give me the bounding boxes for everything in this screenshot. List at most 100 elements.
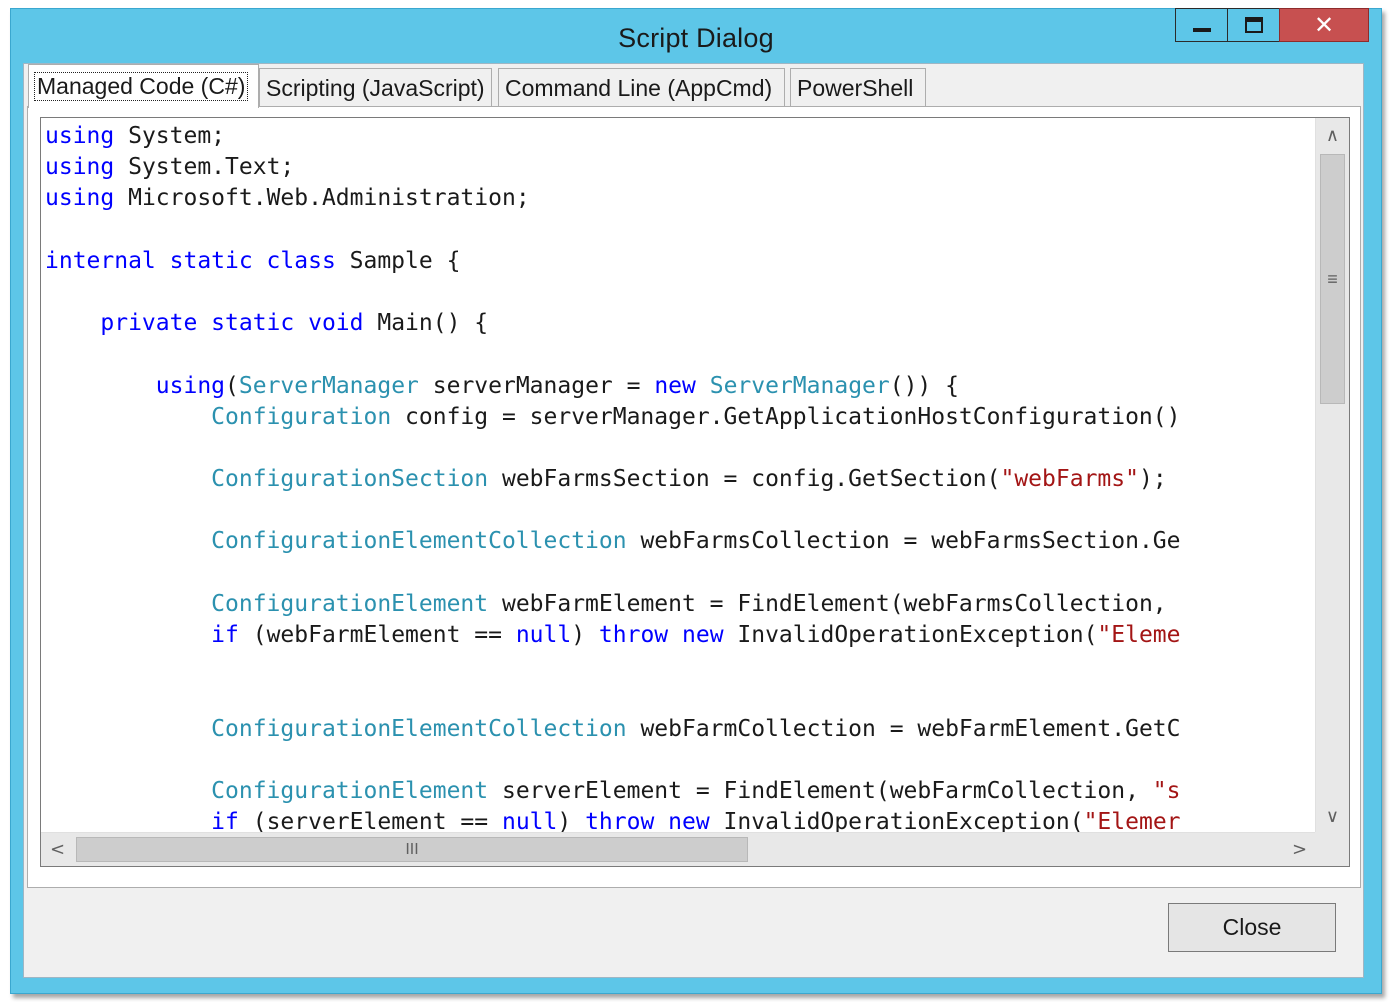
code-token: "Elemer bbox=[1083, 809, 1181, 833]
code-token: ( bbox=[225, 372, 239, 399]
grip-icon: III bbox=[405, 840, 419, 858]
horizontal-scrollbar[interactable]: < III > bbox=[41, 832, 1316, 866]
code-token: throw new bbox=[598, 622, 724, 648]
code-token: using bbox=[45, 154, 115, 181]
code-token: ConfigurationElement bbox=[211, 590, 489, 617]
code-token: InvalidOperationException( bbox=[709, 809, 1084, 833]
code-line: using System; bbox=[45, 121, 1313, 152]
code-token: ); bbox=[1138, 466, 1167, 493]
code-line: ConfigurationElementCollection webFarmsC… bbox=[45, 526, 1313, 557]
maximize-button[interactable] bbox=[1227, 8, 1280, 42]
code-token: ()) { bbox=[889, 372, 959, 399]
code-token: "s bbox=[1152, 777, 1181, 804]
vertical-scrollbar[interactable]: ∧ ≡ ∨ bbox=[1315, 118, 1349, 833]
code-token: ServerManager bbox=[709, 372, 890, 399]
tab-powershell[interactable]: PowerShell bbox=[790, 68, 926, 108]
code-token: serverElement = FindElement(webFarmColle… bbox=[488, 777, 1153, 804]
code-token: config = serverManager.GetApplicationHos… bbox=[391, 403, 1181, 430]
dialog-client-area: Managed Code (C#) Scripting (JavaScript)… bbox=[23, 63, 1364, 978]
code-token: Microsoft.Web.Administration; bbox=[114, 185, 530, 212]
scroll-right-icon[interactable]: > bbox=[1283, 833, 1316, 866]
code-token: ConfigurationElement bbox=[211, 777, 489, 804]
vertical-scroll-thumb[interactable]: ≡ bbox=[1320, 154, 1345, 404]
script-dialog-window: Script Dialog ✕ Managed Code (C#) Script… bbox=[10, 8, 1382, 994]
tab-command-line[interactable]: Command Line (AppCmd) bbox=[498, 68, 785, 108]
code-token: using bbox=[45, 123, 115, 149]
code-token: "webFarms" bbox=[1000, 466, 1139, 493]
tab-managed-code[interactable]: Managed Code (C#) bbox=[28, 64, 259, 108]
code-token: using bbox=[45, 185, 115, 212]
tab-label: Scripting (JavaScript) bbox=[266, 75, 485, 101]
code-token: "Eleme bbox=[1097, 622, 1181, 648]
code-token: (webFarmElement == bbox=[238, 622, 516, 648]
code-token: ConfigurationSection bbox=[211, 466, 489, 493]
maximize-icon bbox=[1244, 17, 1263, 33]
tab-label: PowerShell bbox=[797, 75, 914, 101]
code-text-area[interactable]: using System; using System.Text; using Mic… bbox=[45, 121, 1313, 833]
scroll-down-icon[interactable]: ∨ bbox=[1316, 799, 1349, 833]
code-line: if (serverElement == null) throw new Inv… bbox=[45, 807, 1313, 833]
code-token: using bbox=[155, 372, 226, 399]
code-token: new bbox=[654, 372, 696, 399]
code-token: if bbox=[211, 809, 239, 833]
code-token: webFarmElement = FindElement(webFarmsCol… bbox=[488, 590, 1167, 617]
scroll-up-icon[interactable]: ∧ bbox=[1316, 118, 1349, 152]
tab-scripting[interactable]: Scripting (JavaScript) bbox=[259, 68, 492, 108]
tab-panel: using System; using System.Text; using Mic… bbox=[27, 106, 1361, 888]
code-token: private static void bbox=[100, 310, 364, 337]
minimize-button[interactable] bbox=[1175, 8, 1228, 42]
code-token: webFarmCollection = webFarmElement.GetC bbox=[626, 715, 1181, 742]
scroll-left-icon[interactable]: < bbox=[41, 833, 74, 866]
code-token: Main() { bbox=[363, 310, 489, 337]
code-line: using Microsoft.Web.Administration; bbox=[45, 183, 1313, 214]
code-token: internal static class bbox=[45, 247, 336, 274]
code-editor[interactable]: using System; using System.Text; using Mic… bbox=[40, 117, 1350, 867]
code-line: if (webFarmElement == null) throw new In… bbox=[45, 620, 1313, 651]
tab-label: Managed Code (C#) bbox=[33, 72, 249, 101]
code-token: ServerManager bbox=[238, 372, 419, 399]
scrollbar-corner bbox=[1315, 832, 1349, 866]
code-token: ConfigurationElementCollection bbox=[211, 528, 627, 555]
code-line: Configuration config = serverManager.Get… bbox=[45, 402, 1313, 433]
code-token: Sample { bbox=[335, 247, 461, 274]
close-icon: ✕ bbox=[1313, 11, 1335, 39]
horizontal-scroll-thumb[interactable]: III bbox=[76, 837, 748, 862]
code-token: System; bbox=[114, 123, 226, 149]
code-line: ConfigurationElement webFarmElement = Fi… bbox=[45, 589, 1313, 620]
code-token: if bbox=[211, 622, 239, 648]
window-close-button[interactable]: ✕ bbox=[1279, 8, 1369, 42]
code-line: using System.Text; bbox=[45, 152, 1313, 183]
code-token: (serverElement == bbox=[238, 809, 502, 833]
code-token: webFarmsSection = config.GetSection( bbox=[488, 466, 1001, 493]
code-token: null bbox=[515, 622, 572, 648]
code-line: internal static class Sample { bbox=[45, 246, 1313, 277]
minimize-icon bbox=[1192, 28, 1211, 32]
code-token: throw new bbox=[585, 809, 710, 833]
grip-icon: ≡ bbox=[1327, 268, 1338, 289]
code-line: private static void Main() { bbox=[45, 308, 1313, 339]
code-token: InvalidOperationException( bbox=[723, 622, 1098, 648]
code-token: null bbox=[501, 809, 558, 833]
close-button[interactable]: Close bbox=[1168, 903, 1336, 952]
code-token: ) bbox=[557, 809, 586, 833]
tab-label: Command Line (AppCmd) bbox=[505, 75, 773, 101]
code-token: ) bbox=[571, 622, 599, 648]
code-token: ConfigurationElementCollection bbox=[211, 715, 627, 742]
